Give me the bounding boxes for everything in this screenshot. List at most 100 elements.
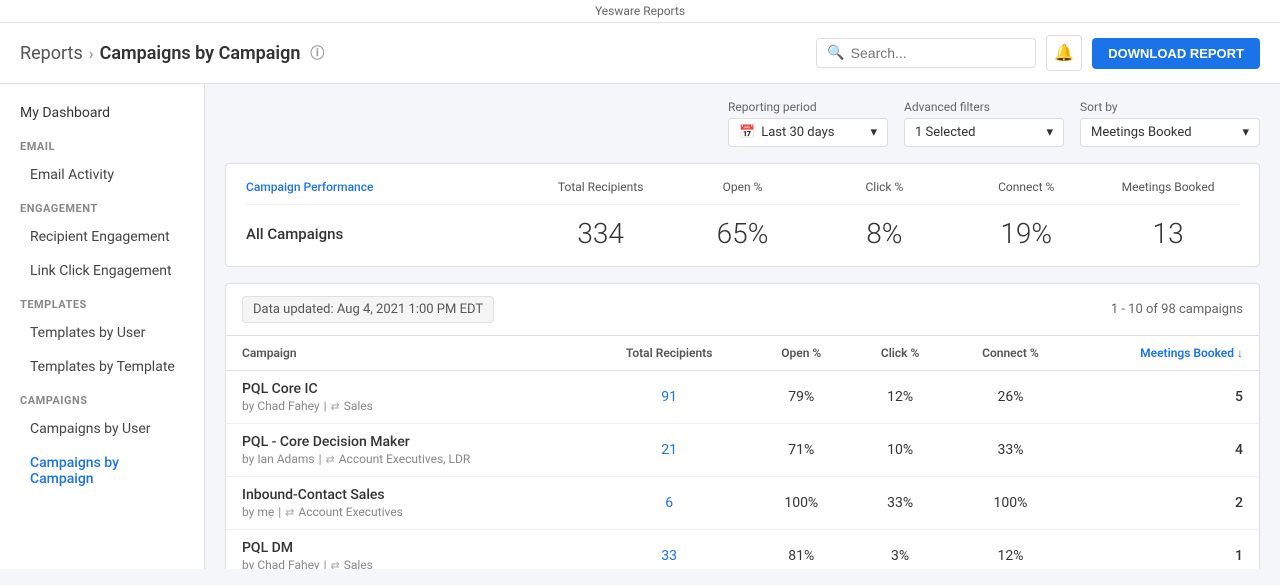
advanced-filters-select[interactable]: 1 Selected ▾ bbox=[904, 118, 1064, 147]
main-content: Reporting period 📅 Last 30 days ▾ Advanc… bbox=[205, 84, 1280, 569]
search-input[interactable] bbox=[851, 45, 1026, 61]
total-recipients-cell: 33 bbox=[587, 530, 751, 570]
campaign-author: by Chad Fahey bbox=[242, 558, 320, 569]
open-pct-cell: 71% bbox=[751, 424, 851, 477]
summary-val-open: 65% bbox=[672, 217, 814, 250]
pipe-separator: | bbox=[319, 452, 322, 466]
campaign-author: by Ian Adams bbox=[242, 452, 315, 466]
search-box[interactable]: 🔍 bbox=[816, 38, 1036, 68]
connect-pct-cell: 100% bbox=[949, 477, 1072, 530]
summary-card: Campaign Performance Total Recipients Op… bbox=[225, 163, 1260, 267]
filters-row: Reporting period 📅 Last 30 days ▾ Advanc… bbox=[225, 100, 1260, 147]
pipe-separator: | bbox=[324, 399, 327, 413]
campaign-author: by me bbox=[242, 505, 274, 519]
campaign-meta: by Chad Fahey | ⇄ Sales bbox=[242, 399, 571, 413]
col-total-recipients: Total Recipients bbox=[587, 336, 751, 371]
chevron-down-icon-3: ▾ bbox=[1242, 125, 1249, 140]
click-pct-cell: 3% bbox=[851, 530, 949, 570]
summary-col-click: Click % bbox=[813, 180, 955, 194]
campaign-meta: by Chad Fahey | ⇄ Sales bbox=[242, 558, 571, 569]
campaign-cell: PQL DM by Chad Fahey | ⇄ Sales bbox=[226, 530, 587, 570]
calendar-icon: 📅 bbox=[739, 125, 755, 140]
chevron-down-icon: ▾ bbox=[870, 125, 877, 140]
campaign-cell: Inbound-Contact Sales by me | ⇄ Account … bbox=[226, 477, 587, 530]
sidebar-item-campaigns-by-campaign[interactable]: Campaigns by Campaign bbox=[0, 446, 204, 496]
reporting-period-value: Last 30 days bbox=[761, 125, 834, 140]
share-icon: ⇄ bbox=[331, 400, 340, 413]
connect-pct-cell: 26% bbox=[949, 371, 1072, 424]
info-icon: ⓘ bbox=[310, 43, 324, 63]
share-icon: ⇄ bbox=[326, 453, 335, 466]
sidebar-section-campaigns: CAMPAIGNS bbox=[0, 384, 204, 412]
share-icon: ⇄ bbox=[285, 506, 294, 519]
col-open-pct: Open % bbox=[751, 336, 851, 371]
col-meetings-booked[interactable]: Meetings Booked ↓ bbox=[1072, 336, 1259, 371]
summary-col-meetings: Meetings Booked bbox=[1097, 180, 1239, 194]
breadcrumb-current: Campaigns by Campaign bbox=[100, 43, 301, 64]
campaign-team: Sales bbox=[344, 399, 373, 413]
total-recipients-cell: 91 bbox=[587, 371, 751, 424]
advanced-filters-group: Advanced filters 1 Selected ▾ bbox=[904, 100, 1064, 147]
campaign-team: Account Executives bbox=[298, 505, 402, 519]
sidebar-item-email-activity[interactable]: Email Activity bbox=[0, 158, 204, 192]
summary-header-label: Campaign Performance bbox=[246, 180, 530, 194]
sidebar-item-dashboard[interactable]: My Dashboard bbox=[0, 96, 204, 130]
summary-col-open: Open % bbox=[672, 180, 814, 194]
breadcrumb-separator: › bbox=[89, 44, 94, 63]
col-campaign: Campaign bbox=[226, 336, 587, 371]
campaign-name: Inbound-Contact Sales bbox=[242, 487, 571, 503]
campaign-team: Account Executives, LDR bbox=[339, 452, 471, 466]
campaign-cell: PQL Core IC by Chad Fahey | ⇄ Sales bbox=[226, 371, 587, 424]
summary-val-recipients: 334 bbox=[530, 217, 672, 250]
data-table-header: Data updated: Aug 4, 2021 1:00 PM EDT 1 … bbox=[226, 284, 1259, 336]
share-icon: ⇄ bbox=[331, 559, 340, 570]
table-row: PQL - Core Decision Maker by Ian Adams |… bbox=[226, 424, 1259, 477]
open-pct-cell: 100% bbox=[751, 477, 851, 530]
sidebar-item-templates-by-template[interactable]: Templates by Template bbox=[0, 350, 204, 384]
total-recipients-cell: 6 bbox=[587, 477, 751, 530]
campaign-name: PQL DM bbox=[242, 540, 571, 556]
reporting-period-select[interactable]: 📅 Last 30 days ▾ bbox=[728, 118, 888, 147]
reporting-period-label: Reporting period bbox=[728, 100, 817, 114]
download-report-button[interactable]: DOWNLOAD REPORT bbox=[1092, 38, 1260, 69]
sort-by-group: Sort by Meetings Booked ▾ bbox=[1080, 100, 1260, 147]
table-row: PQL Core IC by Chad Fahey | ⇄ Sales 91 7… bbox=[226, 371, 1259, 424]
connect-pct-cell: 12% bbox=[949, 530, 1072, 570]
data-updated-text: Data updated: Aug 4, 2021 1:00 PM EDT bbox=[242, 296, 494, 323]
sort-by-select[interactable]: Meetings Booked ▾ bbox=[1080, 118, 1260, 147]
connect-pct-cell: 33% bbox=[949, 424, 1072, 477]
col-connect-pct: Connect % bbox=[949, 336, 1072, 371]
sidebar-section-templates: TEMPLATES bbox=[0, 288, 204, 316]
pipe-separator: | bbox=[278, 505, 281, 519]
meetings-booked-cell: 2 bbox=[1072, 477, 1259, 530]
click-pct-cell: 10% bbox=[851, 424, 949, 477]
meetings-booked-cell: 5 bbox=[1072, 371, 1259, 424]
click-pct-cell: 33% bbox=[851, 477, 949, 530]
campaign-team: Sales bbox=[344, 558, 373, 569]
click-pct-cell: 12% bbox=[851, 371, 949, 424]
sidebar-item-templates-by-user[interactable]: Templates by User bbox=[0, 316, 204, 350]
campaign-cell: PQL - Core Decision Maker by Ian Adams |… bbox=[226, 424, 587, 477]
summary-row: All Campaigns 334 65% 8% 19% 13 bbox=[246, 217, 1239, 250]
pagination-info: 1 - 10 of 98 campaigns bbox=[1111, 302, 1243, 317]
reporting-period-filter: Reporting period 📅 Last 30 days ▾ bbox=[728, 100, 888, 147]
summary-val-meetings: 13 bbox=[1097, 217, 1239, 250]
sidebar-item-campaigns-by-user[interactable]: Campaigns by User bbox=[0, 412, 204, 446]
search-icon: 🔍 bbox=[827, 45, 844, 61]
sidebar-item-recipient-engagement[interactable]: Recipient Engagement bbox=[0, 220, 204, 254]
bell-button[interactable]: 🔔 bbox=[1046, 35, 1082, 71]
campaign-name: PQL - Core Decision Maker bbox=[242, 434, 571, 450]
summary-row-name: All Campaigns bbox=[246, 225, 530, 243]
meetings-booked-cell: 1 bbox=[1072, 530, 1259, 570]
meetings-booked-cell: 4 bbox=[1072, 424, 1259, 477]
sort-by-value: Meetings Booked bbox=[1091, 125, 1192, 140]
summary-col-total-recipients: Total Recipients bbox=[530, 180, 672, 194]
campaign-author: by Chad Fahey bbox=[242, 399, 320, 413]
breadcrumb-reports[interactable]: Reports bbox=[20, 43, 83, 64]
summary-val-click: 8% bbox=[813, 217, 955, 250]
sidebar-item-link-click-engagement[interactable]: Link Click Engagement bbox=[0, 254, 204, 288]
campaigns-table: Campaign Total Recipients Open % Click %… bbox=[226, 336, 1259, 569]
campaign-meta: by Ian Adams | ⇄ Account Executives, LDR bbox=[242, 452, 571, 466]
top-bar: Yesware Reports bbox=[0, 0, 1280, 23]
sidebar-section-email: EMAIL bbox=[0, 130, 204, 158]
